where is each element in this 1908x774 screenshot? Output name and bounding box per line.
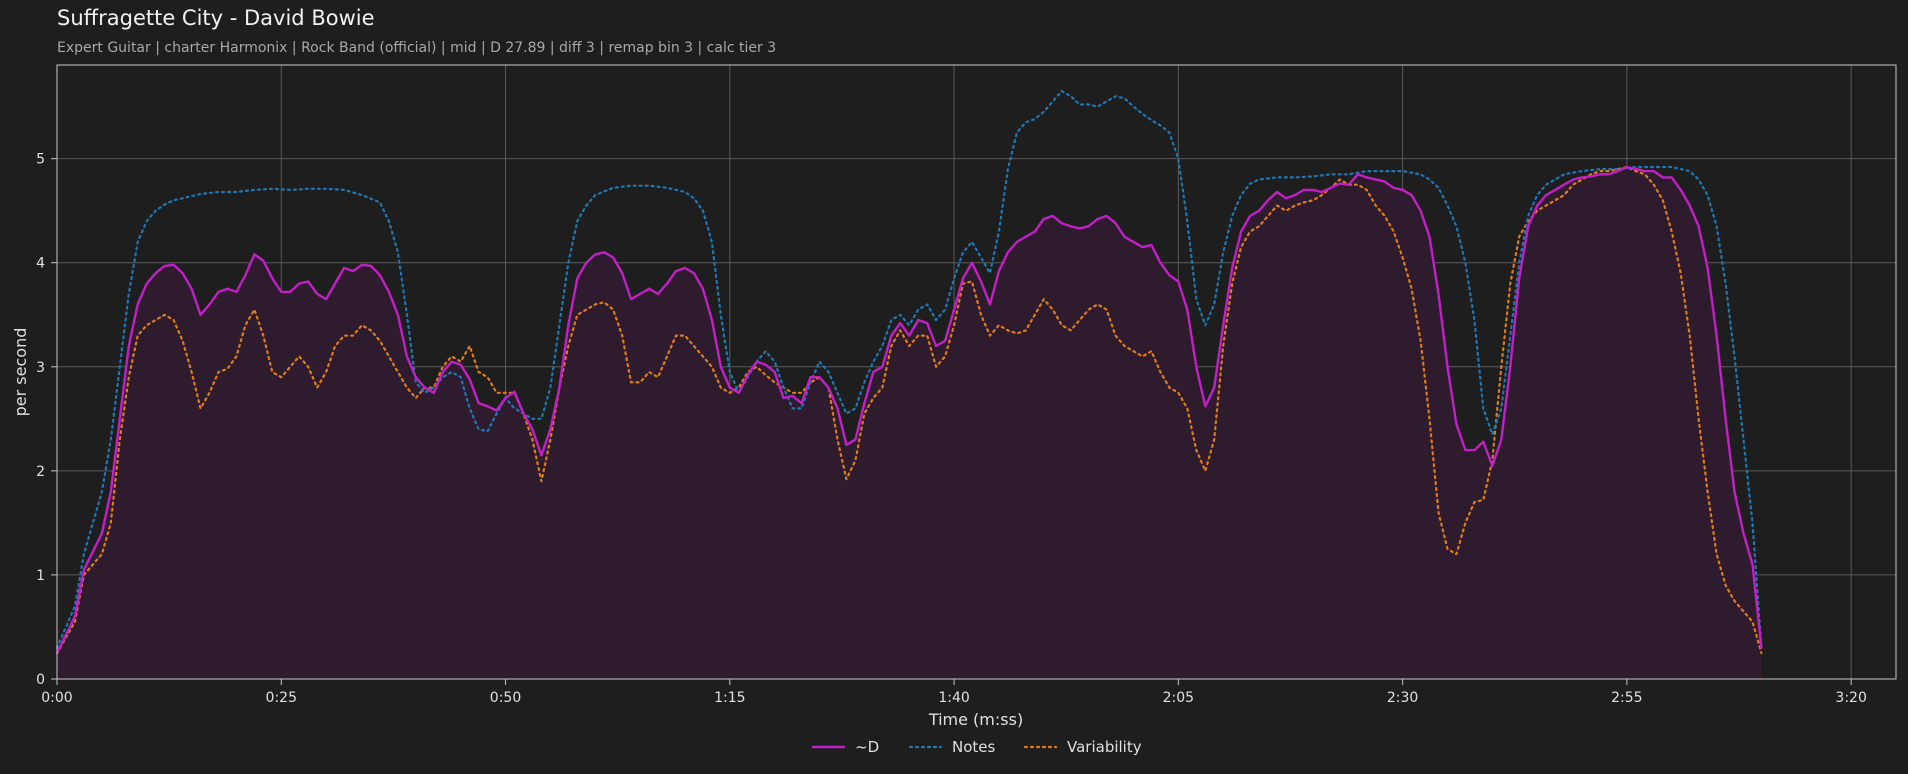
x-tick-label: 0:50	[490, 690, 521, 706]
chart-canvas: 0:00 0:25 0:50 1:15 1:40 2:05 2:30 2:55 3:20 0 1 2…	[11, 64, 1897, 756]
y-axis-ticks: 0 1 2 3 4 5	[36, 152, 57, 688]
x-tick-label: 2:55	[1611, 690, 1642, 706]
y-tick-label: 1	[36, 568, 45, 584]
x-tick-label: 2:05	[1163, 690, 1194, 706]
x-axis-label: Time (m:ss)	[928, 710, 1023, 729]
legend: ~D Notes Variability	[811, 738, 1142, 756]
legend-label: Variability	[1067, 738, 1142, 756]
x-tick-label: 1:40	[938, 690, 969, 706]
x-axis-ticks: 0:00 0:25 0:50 1:15 1:40 2:05 2:30 2:55 3:20	[41, 679, 1867, 706]
y-tick-label: 5	[36, 152, 45, 168]
x-tick-label: 0:25	[266, 690, 297, 706]
y-tick-label: 4	[36, 256, 45, 272]
y-tick-label: 2	[36, 464, 45, 480]
x-tick-label: 3:20	[1835, 690, 1866, 706]
legend-label: Notes	[952, 738, 996, 756]
x-tick-label: 1:15	[714, 690, 745, 706]
x-tick-label: 2:30	[1387, 690, 1418, 706]
x-tick-label: 0:00	[41, 690, 72, 706]
legend-label: ~D	[855, 738, 879, 756]
y-axis-label: per second	[11, 328, 30, 417]
y-tick-label: 0	[36, 672, 45, 688]
y-tick-label: 3	[36, 360, 45, 376]
